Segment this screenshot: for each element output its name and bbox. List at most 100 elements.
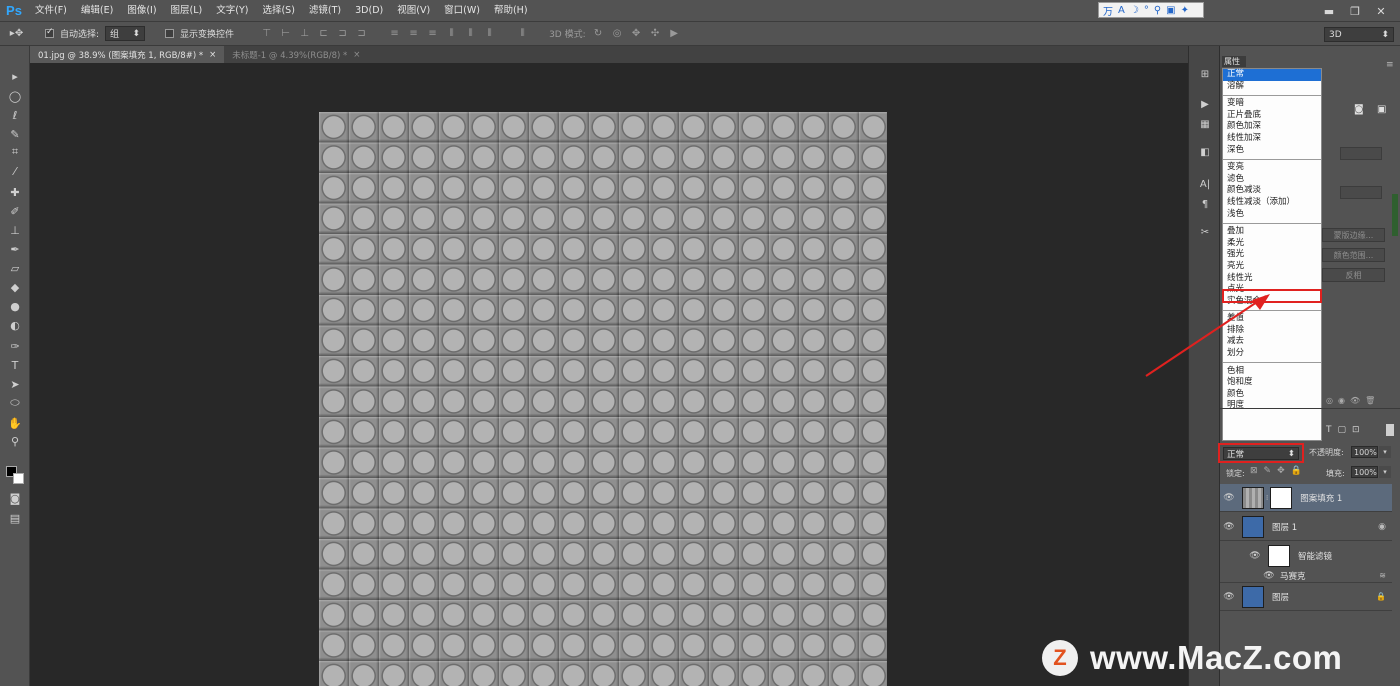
background-color-swatch[interactable] — [13, 473, 24, 484]
blend-option[interactable]: 变亮 — [1223, 162, 1321, 174]
blend-option[interactable]: 深色 — [1223, 145, 1321, 157]
align-left-icon[interactable]: ⊏ — [317, 27, 330, 40]
pixel-mask-icon[interactable]: ◙ — [1354, 104, 1364, 115]
panel-menu-icon[interactable]: ≡ — [1386, 60, 1394, 70]
layer-row[interactable]: 👁 ⁞ 图案填充 1 — [1220, 484, 1392, 512]
distribute-vcenter-icon[interactable]: ≡ — [407, 27, 420, 40]
crop-tool-icon[interactable]: ⌗ — [7, 144, 23, 160]
distribute-left-icon[interactable]: ⦀ — [445, 27, 458, 40]
path-select-tool-icon[interactable]: ➤ — [7, 376, 23, 392]
document-canvas[interactable] — [319, 112, 887, 686]
eye-icon[interactable]: 👁 — [1220, 522, 1238, 532]
swatches-panel-icon[interactable]: ▦ — [1197, 116, 1213, 132]
healing-brush-tool-icon[interactable]: ✚ — [7, 184, 23, 200]
pan-3d-icon[interactable]: ✥ — [630, 27, 643, 40]
roll-3d-icon[interactable]: ◎ — [611, 27, 624, 40]
menu-file[interactable]: 文件(F) — [28, 0, 74, 22]
auto-select-checkbox[interactable] — [45, 27, 54, 38]
eye-icon[interactable]: 👁 — [1220, 592, 1238, 602]
adjustments-panel-icon[interactable]: ◧ — [1197, 144, 1213, 160]
blend-option[interactable]: 颜色 — [1223, 389, 1321, 401]
blend-mode-select[interactable]: 正常 ⬍ — [1218, 443, 1304, 463]
close-icon[interactable]: × — [209, 50, 216, 60]
workspace-dropdown[interactable]: 3D ⬍ — [1324, 27, 1394, 42]
blend-option[interactable]: 浅色 — [1223, 209, 1321, 221]
actions-panel-icon[interactable]: ▶ — [1197, 96, 1213, 112]
dodge-tool-icon[interactable]: ◐ — [7, 317, 23, 333]
chevron-down-icon[interactable]: ▾ — [1379, 466, 1391, 478]
align-vcenter-icon[interactable]: ⊢ — [279, 27, 292, 40]
menu-select[interactable]: 选择(S) — [255, 0, 301, 22]
ime-toolbar[interactable]: 万 A ☽ ° ⚲ ▣ ✦ — [1098, 2, 1204, 18]
chevron-down-icon[interactable]: ▾ — [1379, 446, 1391, 458]
clone-stamp-tool-icon[interactable]: ⊥ — [7, 222, 23, 238]
menu-layer[interactable]: 图层(L) — [164, 0, 210, 22]
shape-tool-icon[interactable]: ⬭ — [7, 395, 23, 411]
history-brush-tool-icon[interactable]: ✒ — [7, 241, 23, 257]
eye-icon[interactable]: 👁 — [1260, 571, 1278, 581]
blend-option[interactable]: 滤色 — [1223, 174, 1321, 186]
eye-icon[interactable]: 👁 — [1246, 551, 1264, 561]
screen-mode-icon[interactable]: ▤ — [7, 510, 23, 526]
menu-filter[interactable]: 滤镜(T) — [302, 0, 348, 22]
fill-field[interactable]: 100% — [1351, 466, 1378, 478]
menu-window[interactable]: 窗口(W) — [437, 0, 487, 22]
align-bottom-icon[interactable]: ⊥ — [298, 27, 311, 40]
move-tool-icon[interactable]: ▸ — [7, 68, 23, 84]
layer-row[interactable]: 👁 智能滤镜 — [1220, 542, 1392, 570]
distribute-hcenter-icon[interactable]: ⦀ — [464, 27, 477, 40]
quick-mask-icon[interactable]: ◙ — [7, 490, 23, 506]
brush-tool-icon[interactable]: ✐ — [7, 203, 23, 219]
blend-option-linear-light[interactable]: 线性光 — [1223, 273, 1321, 285]
pen-tool-icon[interactable]: ✑ — [7, 338, 23, 354]
align-top-icon[interactable]: ⊤ — [260, 27, 273, 40]
character-panel-icon[interactable]: A| — [1197, 176, 1213, 192]
eye-icon[interactable]: 👁 — [1220, 493, 1238, 503]
move-tool-icon[interactable]: ▸✥ — [10, 27, 23, 40]
lasso-tool-icon[interactable]: ℓ — [7, 107, 23, 123]
eyedropper-tool-icon[interactable]: ⁄ — [7, 163, 23, 179]
show-transform-checkbox[interactable] — [165, 29, 175, 38]
menu-view[interactable]: 视图(V) — [390, 0, 437, 22]
menu-3d[interactable]: 3D(D) — [348, 0, 390, 22]
layer-row[interactable]: 👁 图层 1 ◉ — [1220, 513, 1392, 541]
filter-options-icon[interactable]: ≋ — [1379, 571, 1386, 580]
vector-mask-icon[interactable]: ▣ — [1377, 104, 1386, 115]
blend-option[interactable]: 柔光 — [1223, 238, 1321, 250]
tab-untitled-1[interactable]: 未标题-1 @ 4.39%(RGB/8) * × — [224, 46, 368, 63]
blend-mode-dropdown-list[interactable]: 正常 溶解 变暗 正片叠底 颜色加深 线性加深 深色 变亮 滤色 颜色减淡 线性… — [1222, 68, 1322, 441]
blend-option[interactable]: 颜色加深 — [1223, 121, 1321, 133]
auto-select-dropdown[interactable]: 组 ⬍ — [105, 26, 146, 41]
marquee-tool-icon[interactable]: ◯ — [7, 88, 23, 104]
layer-filter-icons[interactable]: T▢⊡ — [1326, 425, 1366, 435]
minimize-icon[interactable]: ▬ — [1322, 4, 1336, 18]
paragraph-panel-icon[interactable]: ¶ — [1197, 196, 1213, 212]
menu-image[interactable]: 图像(I) — [120, 0, 163, 22]
layer-row[interactable]: 👁 图层 🔒 — [1220, 583, 1392, 611]
blend-option[interactable]: 亮光 — [1223, 261, 1321, 273]
tab-01-jpg[interactable]: 01.jpg @ 38.9% (图案填充 1, RGB/8#) * × — [30, 46, 225, 63]
lock-icons[interactable]: ⊠✎✥🔒 — [1250, 466, 1308, 476]
layer-row[interactable]: 👁 马赛克 ≋ — [1220, 569, 1392, 583]
blur-tool-icon[interactable]: ● — [7, 298, 23, 314]
align-right-icon[interactable]: ⊐ — [355, 27, 368, 40]
menu-help[interactable]: 帮助(H) — [487, 0, 535, 22]
distribute-bottom-icon[interactable]: ≡ — [426, 27, 439, 40]
quick-select-tool-icon[interactable]: ✎ — [7, 126, 23, 142]
distribute-top-icon[interactable]: ≡ — [388, 27, 401, 40]
properties-tab[interactable]: 属性 — [1222, 56, 1246, 67]
blend-option[interactable]: 变暗 — [1223, 98, 1321, 110]
hand-tool-icon[interactable]: ✋ — [7, 415, 23, 431]
paint-bucket-tool-icon[interactable]: ◆ — [7, 279, 23, 295]
menu-edit[interactable]: 编辑(E) — [74, 0, 120, 22]
close-icon[interactable]: × — [353, 50, 360, 60]
density-field[interactable] — [1340, 147, 1382, 160]
blend-option[interactable]: 明度 — [1223, 400, 1321, 412]
eraser-tool-icon[interactable]: ▱ — [7, 260, 23, 276]
blend-option[interactable]: 线性减淡（添加） — [1223, 197, 1321, 209]
feather-field[interactable] — [1340, 186, 1382, 199]
blend-option[interactable]: 颜色减淡 — [1223, 185, 1321, 197]
auto-align-icon[interactable]: ⫴ — [516, 27, 529, 40]
align-hcenter-icon[interactable]: ⊐ — [336, 27, 349, 40]
type-tool-icon[interactable]: T — [7, 357, 23, 373]
